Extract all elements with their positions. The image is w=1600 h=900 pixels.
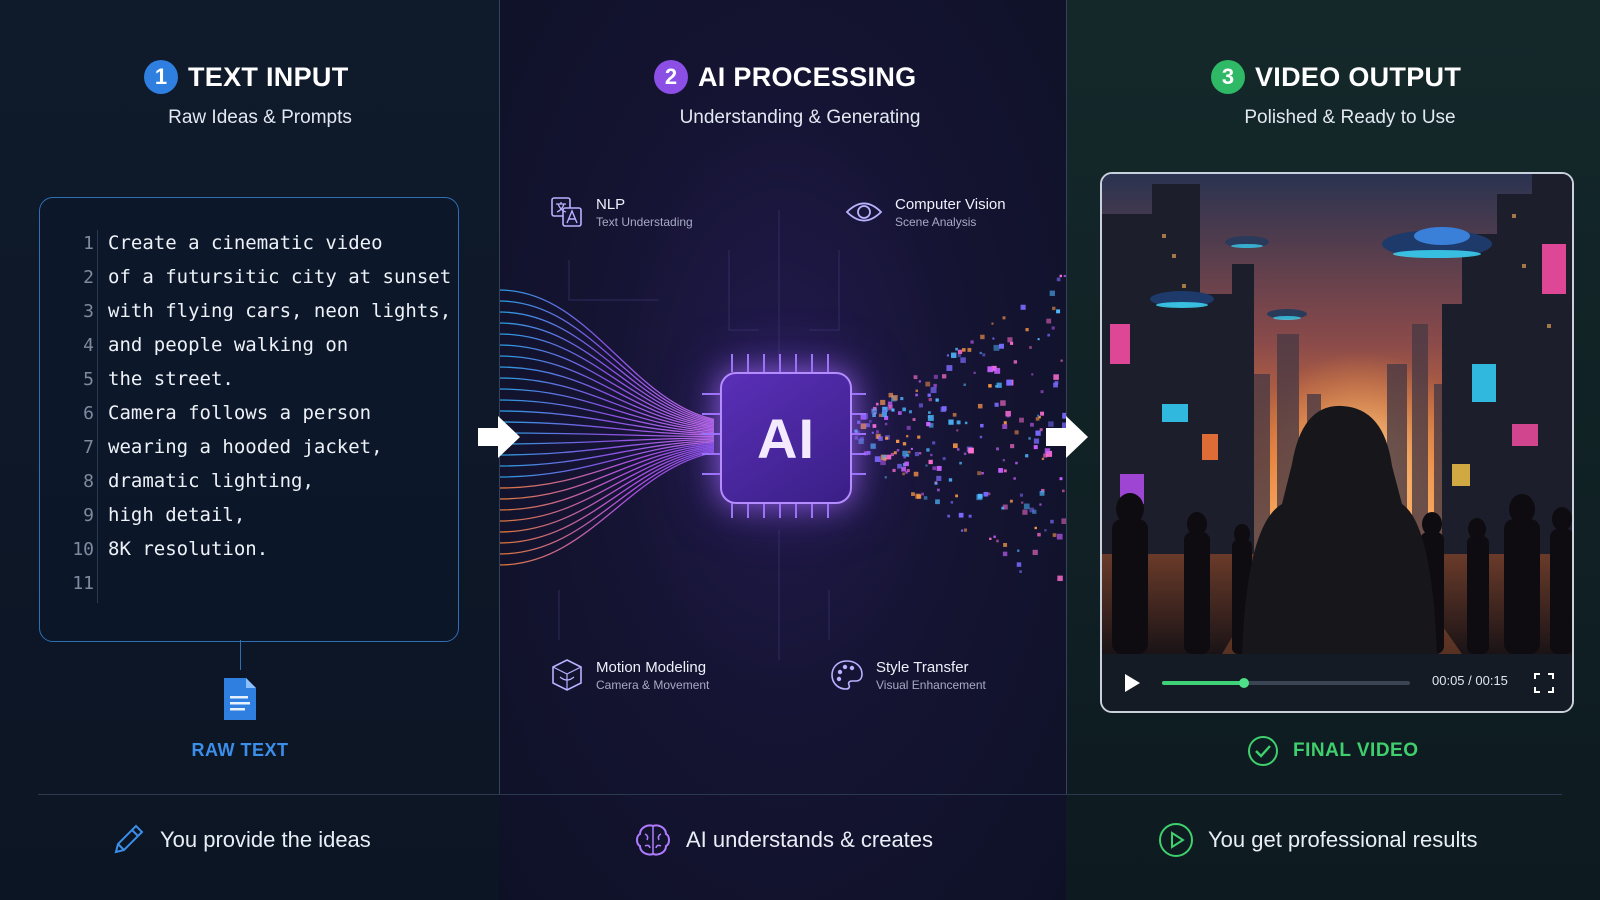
- module-subtitle: Visual Enhancement: [876, 677, 986, 692]
- line-text: the street.: [108, 368, 234, 390]
- module-motion-modeling: Motion Modeling Camera & Movement: [550, 640, 750, 710]
- arrow-right-icon: [478, 416, 520, 458]
- line-number: 2: [83, 266, 94, 288]
- line-number: 1: [83, 232, 94, 254]
- panel-divider: [1066, 0, 1067, 795]
- final-video-label: FINAL VIDEO: [1293, 740, 1419, 761]
- ai-chip-label: AI: [757, 406, 815, 470]
- footer-text: AI understands & creates: [686, 827, 934, 852]
- footer-divider: [38, 794, 1562, 795]
- line-text: 8K resolution.: [108, 538, 269, 560]
- module-title: Motion Modeling: [596, 658, 707, 676]
- palette-icon: [831, 660, 863, 690]
- prompt-line: 11: [40, 566, 108, 600]
- prompt-line: 9 high detail,: [40, 498, 245, 532]
- translate-icon: [551, 197, 582, 227]
- step-1-title: TEXT INPUT: [188, 61, 349, 92]
- module-computer-vision: Computer Vision Scene Analysis: [845, 177, 1025, 247]
- brain-icon: [636, 824, 670, 856]
- step-3-title: VIDEO OUTPUT: [1255, 61, 1462, 92]
- footer-text: You get professional results: [1208, 827, 1478, 852]
- step-2-badge: 2: [654, 60, 688, 94]
- prompt-line: 4 and people walking on: [40, 328, 348, 362]
- line-number: 3: [83, 300, 94, 322]
- module-subtitle: Text Understading: [596, 214, 693, 229]
- arrow-right-icon: [1046, 416, 1088, 458]
- line-text: and people walking on: [108, 334, 349, 356]
- line-text: with flying cars, neon lights,: [108, 300, 452, 322]
- progress-handle[interactable]: [1238, 678, 1249, 688]
- module-title: Computer Vision: [895, 195, 1006, 213]
- eye-icon: [845, 202, 883, 222]
- step-2-title: AI PROCESSING: [698, 61, 917, 92]
- step-3-subtitle: Polished & Ready to Use: [1244, 107, 1456, 128]
- connector-line: [240, 640, 241, 670]
- prompt-line: 10 8K resolution.: [40, 532, 268, 566]
- step-1-subtitle: Raw Ideas & Prompts: [168, 107, 352, 128]
- prompt-line: 5 the street.: [40, 362, 234, 396]
- step-3-badge: 3: [1211, 60, 1245, 94]
- line-number: 9: [83, 504, 94, 526]
- video-player[interactable]: 00:05 / 00:15: [1100, 172, 1574, 713]
- prompt-line: 3 with flying cars, neon lights,: [40, 294, 451, 328]
- line-number: 5: [83, 368, 94, 390]
- fullscreen-icon[interactable]: [1534, 673, 1554, 693]
- line-text: high detail,: [108, 504, 246, 526]
- module-title: NLP: [596, 195, 626, 213]
- video-frame-image: [1102, 174, 1572, 654]
- prompt-line: 7 wearing a hooded jacket,: [40, 430, 383, 464]
- footer-item-results: You get professional results: [1158, 822, 1477, 858]
- line-text: of a futursitic city at sunset: [108, 266, 452, 288]
- module-nlp: NLP Text Understading: [550, 177, 750, 247]
- play-icon[interactable]: [1122, 672, 1142, 694]
- line-number: 4: [83, 334, 94, 356]
- line-text: Camera follows a person: [108, 402, 372, 424]
- prompt-line: 6 Camera follows a person: [40, 396, 371, 430]
- panel-divider: [499, 0, 500, 795]
- line-number: 11: [72, 572, 94, 594]
- step-1-header: 1 TEXT INPUT: [144, 60, 349, 94]
- module-subtitle: Camera & Movement: [596, 677, 710, 692]
- check-circle-icon: [1248, 736, 1278, 766]
- video-controls: 00:05 / 00:15: [1102, 654, 1572, 711]
- time-display: 00:05 / 00:15: [1432, 673, 1508, 688]
- progress-fill: [1162, 681, 1244, 685]
- line-number: 10: [72, 538, 94, 560]
- step-3-header: 3 VIDEO OUTPUT: [1211, 60, 1461, 94]
- step-1-badge: 1: [144, 60, 178, 94]
- line-text: dramatic lighting,: [108, 470, 314, 492]
- play-circle-icon: [1159, 823, 1193, 857]
- ai-chip: AI: [720, 372, 852, 504]
- prompt-line: 1 Create a cinematic video: [40, 226, 383, 260]
- module-subtitle: Scene Analysis: [895, 214, 977, 229]
- module-style-transfer: Style Transfer Visual Enhancement: [830, 640, 1010, 710]
- module-title: Style Transfer: [876, 658, 969, 676]
- step-2-header: 2 AI PROCESSING: [654, 60, 916, 94]
- line-number: 7: [83, 436, 94, 458]
- footer-item-ideas: You provide the ideas: [110, 822, 371, 858]
- footer-text: You provide the ideas: [160, 827, 371, 852]
- cube-icon: [552, 659, 582, 691]
- line-number: 8: [83, 470, 94, 492]
- line-number: 6: [83, 402, 94, 424]
- pencil-icon: [114, 824, 144, 854]
- progress-bar[interactable]: [1162, 678, 1410, 688]
- final-video-status: FINAL VIDEO: [1247, 735, 1419, 767]
- prompt-editor[interactable]: 1 Create a cinematic video 2 of a futursiti…: [39, 197, 459, 642]
- document-icon: [221, 676, 259, 727]
- footer-item-ai: AI understands & creates: [634, 822, 933, 858]
- prompt-line: 2 of a futursitic city at sunset: [40, 260, 451, 294]
- step-2-subtitle: Understanding & Generating: [679, 107, 921, 128]
- raw-text-label: RAW TEXT: [191, 740, 289, 760]
- line-text: wearing a hooded jacket,: [108, 436, 383, 458]
- line-text: Create a cinematic video: [108, 232, 383, 254]
- prompt-line: 8 dramatic lighting,: [40, 464, 314, 498]
